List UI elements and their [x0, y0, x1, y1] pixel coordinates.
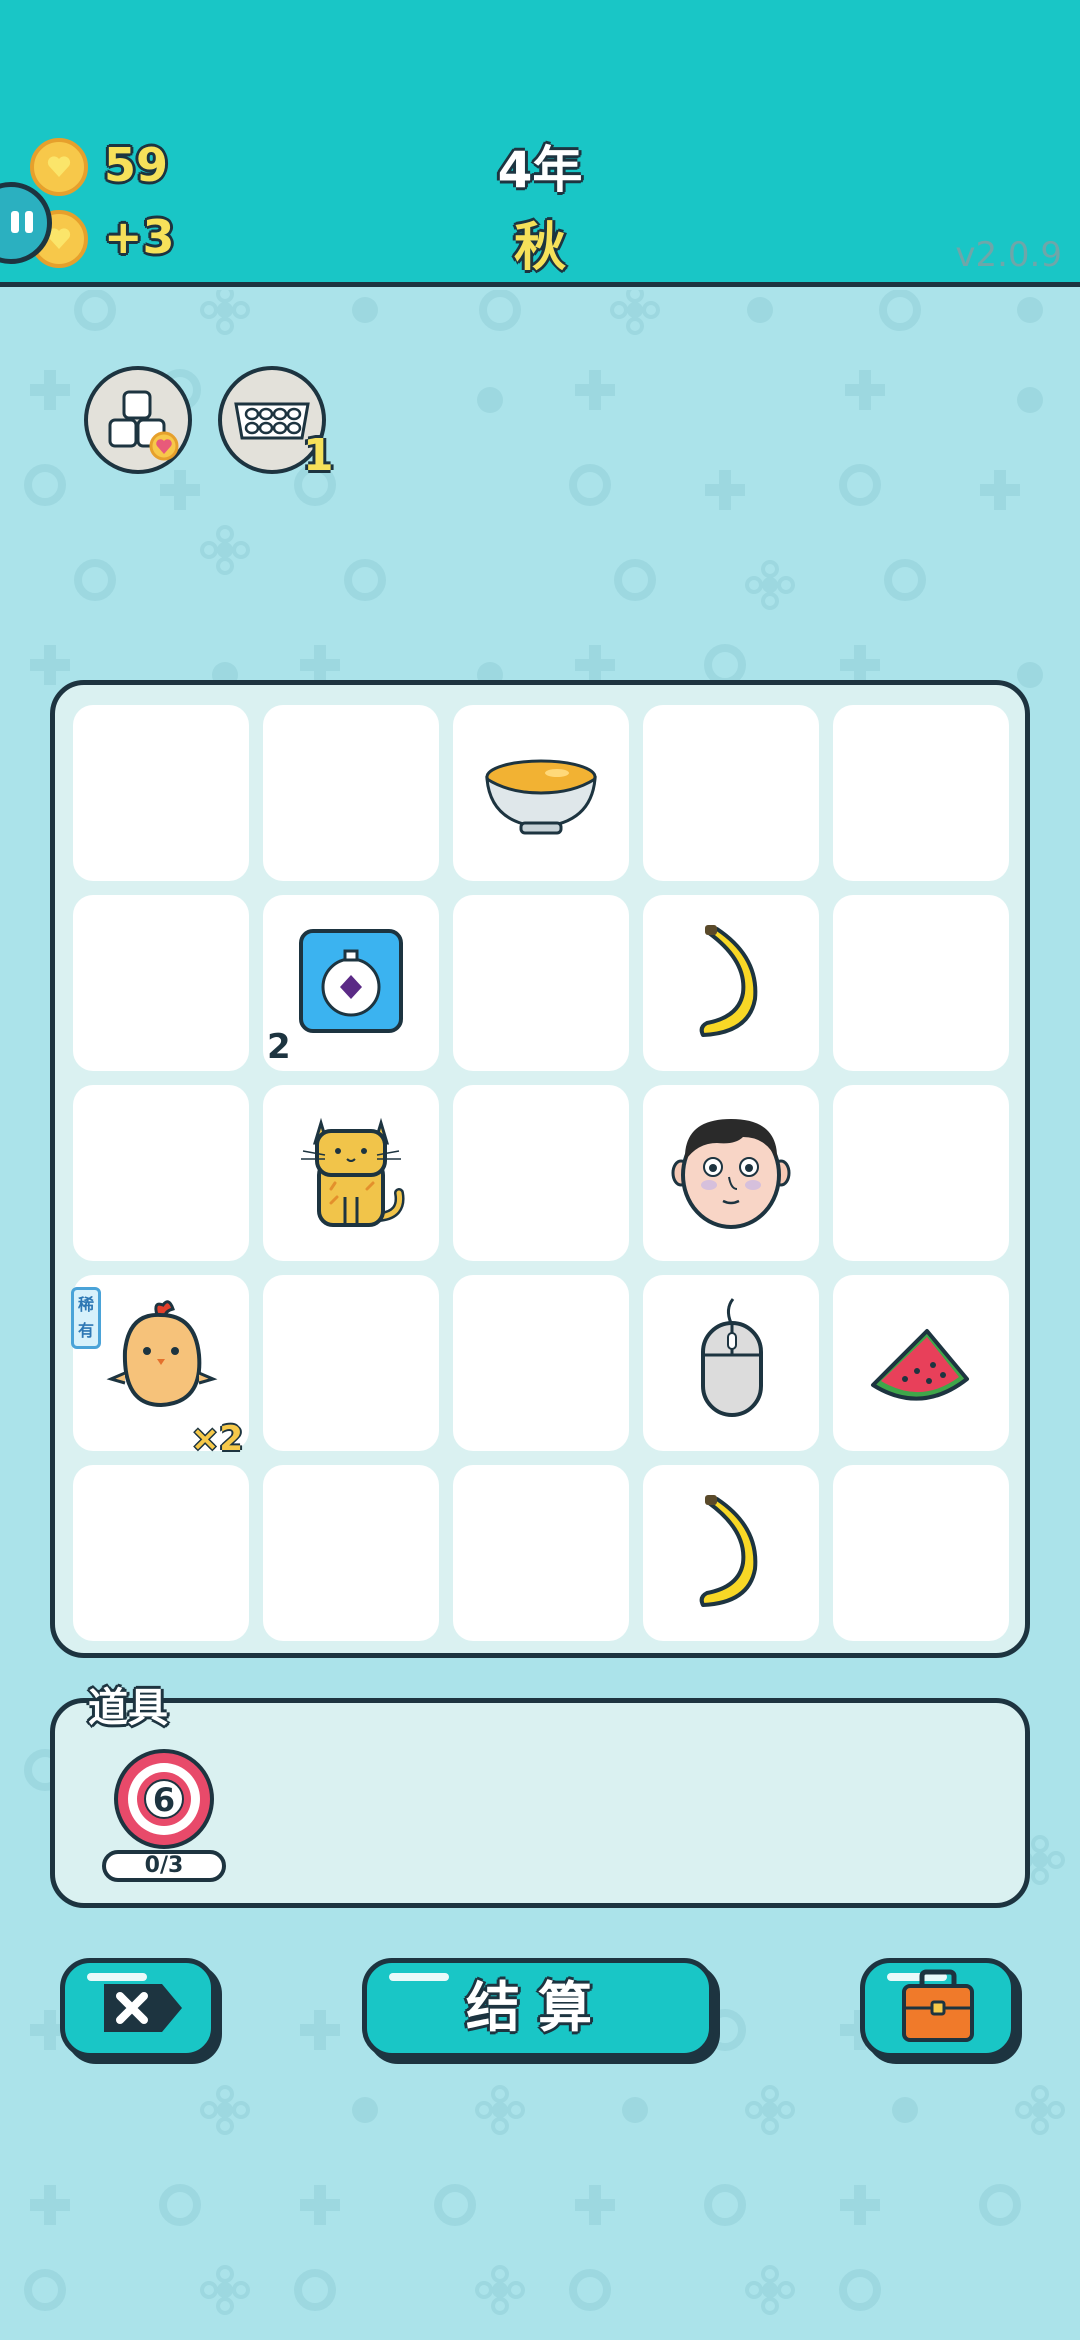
- board-cell[interactable]: [263, 1275, 439, 1451]
- board-cell-watermelon[interactable]: [833, 1275, 1009, 1451]
- board-cell[interactable]: [833, 1085, 1009, 1261]
- top-bar: 59 +3 4年 秋 v2.0.9: [0, 0, 1080, 287]
- board-cell[interactable]: [643, 705, 819, 881]
- board-cell[interactable]: [453, 1275, 629, 1451]
- relic-sugar-cubes[interactable]: [84, 366, 192, 474]
- board-cell[interactable]: [263, 1465, 439, 1641]
- board-cell-soup-bowl[interactable]: [453, 705, 629, 881]
- computer-mouse-icon: [701, 1298, 763, 1417]
- target-number: 6: [153, 1781, 175, 1819]
- settle-button-label: 结算: [466, 1976, 610, 2039]
- coin-count: 59: [104, 138, 169, 192]
- season-label: 秋: [513, 218, 566, 278]
- board-cell[interactable]: [833, 895, 1009, 1071]
- target-uses: 0/3: [102, 1850, 226, 1882]
- watermelon-icon: [871, 1329, 969, 1401]
- rare-tag: 稀有: [71, 1287, 101, 1349]
- board-cell-banana[interactable]: [643, 895, 819, 1071]
- board-cell-cat[interactable]: [263, 1085, 439, 1261]
- version-label: v2.0.9: [955, 235, 1062, 275]
- target-icon: 6: [114, 1749, 214, 1849]
- stopwatch-count: 2: [267, 1027, 291, 1067]
- board-cell[interactable]: [73, 1465, 249, 1641]
- board-cell[interactable]: [833, 1465, 1009, 1641]
- board-cell[interactable]: [453, 1085, 629, 1261]
- board-cell-mouse[interactable]: [643, 1275, 819, 1451]
- cat-icon: [301, 1117, 405, 1227]
- face-icon: [671, 1119, 791, 1229]
- board-cell[interactable]: [73, 895, 249, 1071]
- board-cell[interactable]: [453, 895, 629, 1071]
- board-cell-banana[interactable]: [643, 1465, 819, 1641]
- year-label: 4年: [497, 141, 583, 199]
- board-cell[interactable]: [263, 705, 439, 881]
- board-cell[interactable]: [833, 705, 1009, 881]
- slot-board: 2 稀有 ×2: [50, 680, 1030, 1658]
- settle-button[interactable]: 结算: [362, 1958, 714, 2058]
- chick-multiplier: ×2: [190, 1419, 243, 1459]
- target-item[interactable]: 6: [110, 1745, 218, 1853]
- board-cell[interactable]: [73, 705, 249, 881]
- board-cell-chick[interactable]: 稀有 ×2: [71, 1275, 249, 1459]
- bag-button[interactable]: [860, 1958, 1016, 2058]
- relic-egg-tray-count: 1: [303, 430, 334, 481]
- board-cell-stopwatch-card[interactable]: 2: [263, 895, 439, 1071]
- board-cell-face[interactable]: [643, 1085, 819, 1261]
- remove-button[interactable]: [60, 1958, 216, 2058]
- coin-income: +3: [104, 210, 175, 264]
- banana-icon: [699, 1495, 758, 1607]
- remove-icon: [104, 1984, 182, 2032]
- board-cell[interactable]: [73, 1085, 249, 1261]
- sugar-cubes-icon: [108, 390, 179, 461]
- coin-icon: [30, 138, 88, 196]
- banana-icon: [699, 925, 758, 1037]
- briefcase-icon: [902, 1969, 974, 2042]
- board-cell[interactable]: [453, 1465, 629, 1641]
- soup-bowl-icon: [485, 759, 597, 835]
- items-label: 道具: [88, 1685, 168, 1731]
